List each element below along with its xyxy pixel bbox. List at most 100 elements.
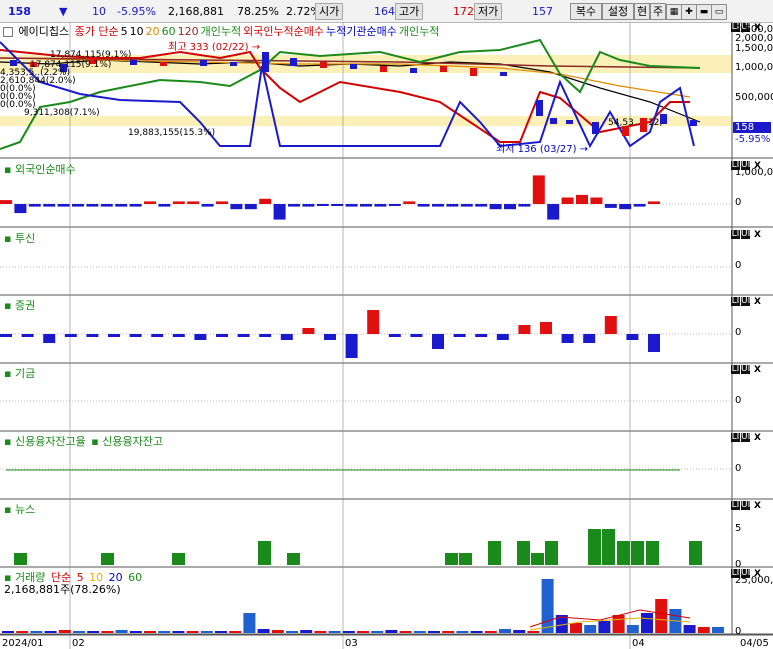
news-bar [588, 529, 601, 565]
volume-bar [286, 631, 298, 633]
high-annotation: 최고 333 (02/22) → [168, 42, 261, 53]
candle [470, 68, 477, 76]
pane-maximize-icon[interactable]: LI [731, 365, 740, 374]
foreign-net-bar [489, 204, 502, 210]
foreign-net-bar [158, 204, 171, 207]
pane-maximize-icon[interactable]: LI [731, 297, 740, 306]
securities-bar [21, 334, 34, 337]
main-legend-item[interactable]: 20 [146, 25, 160, 38]
quote-bar: 158 ▼ 10 -5.95% 2,168,881 78.25% 2.72% 시… [0, 0, 773, 23]
volume-bar [115, 630, 128, 633]
volume-bar [2, 631, 14, 633]
pane-close-icon[interactable]: X [753, 298, 762, 307]
foreign-net-bar [187, 201, 200, 204]
volume-bar [243, 613, 256, 633]
pane-minimize-icon[interactable]: UI [741, 365, 750, 374]
volume-bar [229, 631, 242, 633]
volume-bar [215, 631, 227, 633]
main-legend-item[interactable]: 개인누적 [399, 25, 439, 38]
volume-bar [541, 579, 554, 633]
pane-minimize-icon[interactable]: UI [741, 501, 750, 510]
pane-close-icon[interactable]: X [753, 366, 762, 375]
multi-button[interactable]: 복수 [570, 3, 602, 20]
securities-bar [388, 334, 401, 337]
pane-close-icon[interactable]: X [753, 231, 762, 240]
foreign-net-bar [288, 204, 300, 207]
volume-bar [271, 630, 284, 633]
main-legend-item[interactable]: 외국인누적순매수 [243, 25, 324, 38]
plus-icon[interactable]: ✚ [681, 4, 697, 20]
x-label-2024-01: 2024/01 [2, 638, 44, 649]
pane-maximize-icon[interactable]: LI [731, 230, 740, 239]
main-legend-item[interactable]: 개인누적 [201, 25, 241, 38]
news-bar [14, 553, 27, 565]
current-button[interactable]: 현 [634, 3, 650, 20]
foreign-net-bar [72, 204, 84, 207]
chart-area[interactable] [0, 22, 773, 649]
volume-bar [172, 631, 185, 633]
foreign-net-bar [360, 204, 372, 207]
settings-button[interactable]: 설정 [602, 3, 634, 20]
foreign-net-bar [388, 204, 401, 206]
volume-bar [129, 631, 142, 633]
candle [320, 62, 327, 68]
main-legend-item[interactable]: 10 [130, 25, 144, 38]
y-tick: 0 [735, 395, 742, 406]
securities-bar [129, 334, 142, 337]
main-legend-item[interactable]: 60 [162, 25, 176, 38]
collapse-icon[interactable] [3, 27, 13, 37]
pane-maximize-icon[interactable]: LI [731, 433, 740, 442]
pane-minimize-icon[interactable]: UI [741, 433, 750, 442]
credit-pane-title: ▪ 신용융자잔고율 ▪ 신용융자잔고 [4, 435, 163, 448]
open-label: 시가 [315, 3, 344, 20]
foreign-net-bar [576, 194, 588, 204]
foreign-net-bar [331, 204, 344, 206]
low-label: 저가 [474, 3, 503, 20]
foreign-net-bar [302, 204, 315, 207]
pane-minimize-icon[interactable]: UI [741, 297, 750, 306]
jumak-button[interactable]: 주 [650, 3, 666, 20]
window-icon[interactable]: ▭ [711, 4, 727, 20]
volume-bar [626, 625, 639, 633]
volume-bar [158, 631, 171, 633]
securities-bar [86, 334, 99, 337]
minus-icon[interactable]: ▬ [696, 4, 712, 20]
pane-close-icon[interactable]: X [753, 502, 762, 511]
grid-icon[interactable]: ▦ [666, 4, 682, 20]
pane-minimize-icon[interactable]: UI [741, 230, 750, 239]
x-label-right: 04/05 [740, 638, 769, 649]
foreign-net-bar [57, 204, 70, 207]
news-bar [602, 529, 615, 565]
foreign-net-bar [230, 204, 243, 210]
main-legend-item[interactable]: 누적기관순매수 [326, 25, 397, 38]
volume-bar [584, 625, 597, 633]
volume-bar [58, 630, 71, 633]
foreign-net-bar [403, 201, 416, 204]
high-label: 고가 [395, 3, 424, 20]
y-tick: 0 [735, 463, 742, 474]
securities-bar [496, 334, 509, 340]
securities-bar [345, 334, 358, 358]
pane-maximize-icon[interactable]: LI [731, 501, 740, 510]
securities-bar [561, 334, 574, 343]
main-legend-item[interactable]: 120 [178, 25, 199, 38]
pane-controls: LI UI X [730, 297, 770, 308]
foreign-net-bar [633, 204, 646, 207]
news-bar [517, 541, 530, 565]
candle [350, 64, 357, 69]
foreign-net-bar [345, 204, 358, 207]
securities-bar [302, 328, 315, 334]
volume-bar [342, 631, 355, 633]
foreign-pane-title: ▪ 외국인순매수 [4, 163, 76, 176]
volume-bar [44, 631, 57, 633]
trust-pane-title: ▪ 투신 [4, 232, 36, 245]
candle [500, 72, 507, 76]
stock-name[interactable]: 에이디칩스 [19, 25, 70, 38]
main-legend-item[interactable]: 종가 단순 [75, 25, 119, 38]
y-tick: 25,000,000 [735, 575, 773, 586]
main-legend-item[interactable]: 5 [121, 25, 128, 38]
foreign-net-bar [547, 204, 560, 220]
securities-bar [626, 334, 639, 340]
volume-bar [442, 631, 455, 633]
pane-close-icon[interactable]: X [753, 434, 762, 443]
